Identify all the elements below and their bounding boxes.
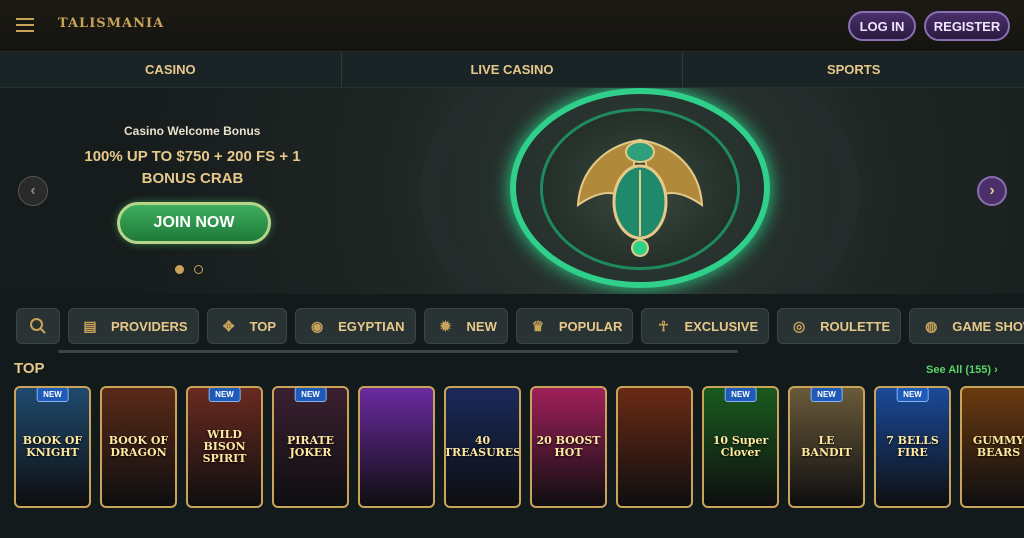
game-tile[interactable]: 7 BELLS FIRE NEW [874, 386, 951, 508]
game-tile[interactable]: BOOK OF KNIGHT NEW [14, 386, 91, 508]
hero-title: 100% UP TO $750 + 200 FS + 1 BONUS CRAB [84, 148, 301, 187]
category-bar: ▤ PROVIDERS ✥ TOP ◉ EGYPTIAN ✹ NEW ♛ POPULAR … [16, 308, 1024, 344]
game-title: BOOK OF KNIGHT [22, 434, 83, 459]
see-all-link[interactable]: See All (155) › [926, 364, 998, 376]
category-roulette[interactable]: ◎ ROULETTE [777, 308, 902, 344]
new-badge: NEW [208, 388, 241, 402]
game-tile[interactable]: 40 TREASURES [444, 386, 521, 508]
top-bar: TALISMANIA LOG IN REGISTER [0, 0, 1024, 52]
join-now-button[interactable]: JOIN NOW [117, 202, 271, 244]
search-icon [30, 318, 46, 334]
game-title: BOOK OF DRAGON [108, 434, 169, 459]
tab-live-casino[interactable]: LIVE CASINO [342, 52, 684, 87]
hero-banner: Casino Welcome Bonus 100% UP TO $750 + 2… [0, 88, 1024, 294]
tab-sports[interactable]: SPORTS [683, 52, 1024, 87]
menu-icon[interactable] [16, 18, 34, 32]
chevron-left-icon[interactable]: ‹ [18, 176, 48, 206]
new-badge: NEW [294, 388, 327, 402]
game-title: 7 BELLS FIRE [886, 434, 939, 459]
game-tile[interactable]: BOOK OF DRAGON [100, 386, 177, 508]
category-egyptian[interactable]: ◉ EGYPTIAN [295, 308, 416, 344]
logo[interactable]: TALISMANIA [58, 16, 164, 31]
slide-dot-2[interactable] [194, 265, 203, 274]
category-scrollbar[interactable] [58, 350, 738, 353]
new-badge: NEW [36, 388, 69, 402]
slide-dots [175, 265, 203, 274]
category-game-shows[interactable]: ◍GAME SHOWS [909, 308, 1024, 344]
category-providers[interactable]: ▤ PROVIDERS [68, 308, 199, 344]
game-title: PIRATE JOKER [286, 434, 335, 459]
sun-icon: ✹ [439, 317, 452, 334]
game-title: WILD BISON SPIRIT [202, 428, 247, 465]
game-tile[interactable] [616, 386, 693, 508]
providers-icon: ▤ [83, 317, 97, 334]
game-shows-icon: ◍ [925, 317, 938, 334]
new-badge: NEW [724, 388, 757, 402]
game-title: 20 BOOST HOT [536, 434, 601, 459]
register-button[interactable]: REGISTER [924, 11, 1010, 41]
game-tile[interactable]: GUMMY BEARS [960, 386, 1024, 508]
roulette-icon: ◎ [793, 317, 806, 334]
pharaoh-icon: ☥ [658, 317, 669, 334]
hero-subtitle: Casino Welcome Bonus [124, 124, 261, 138]
category-exclusive[interactable]: ☥ EXCLUSIVE [641, 308, 770, 344]
chevron-right-icon: › [994, 364, 998, 376]
category-top[interactable]: ✥ TOP [206, 308, 288, 344]
game-title: 10 Super Clover [712, 434, 769, 459]
scarab-icon [576, 138, 704, 257]
game-tile[interactable] [358, 386, 435, 508]
new-badge: NEW [810, 388, 843, 402]
category-popular[interactable]: ♛ POPULAR [515, 308, 634, 344]
game-title: 40 TREASURES [444, 434, 521, 459]
scarab-icon: ✥ [222, 317, 235, 334]
game-tile[interactable]: PIRATE JOKER NEW [272, 386, 349, 508]
section-title: TOP [14, 360, 45, 377]
new-badge: NEW [896, 388, 929, 402]
game-title: GUMMY BEARS [972, 434, 1024, 459]
crown-icon: ♛ [531, 317, 545, 334]
main-nav: CASINO LIVE CASINO SPORTS [0, 52, 1024, 88]
game-tiles: BOOK OF KNIGHT NEW BOOK OF DRAGON WILD BISO… [14, 386, 1024, 508]
login-button[interactable]: LOG IN [848, 11, 916, 41]
game-tile[interactable]: 20 BOOST HOT [530, 386, 607, 508]
eye-of-horus-icon: ◉ [310, 317, 324, 334]
search-button[interactable] [16, 308, 60, 344]
slide-dot-1[interactable] [175, 265, 184, 274]
game-tile[interactable]: LE BANDIT NEW [788, 386, 865, 508]
game-tile[interactable]: 10 Super Clover NEW [702, 386, 779, 508]
tab-casino[interactable]: CASINO [0, 52, 342, 87]
game-title: LE BANDIT [801, 434, 852, 459]
chevron-right-icon[interactable]: › [977, 176, 1007, 206]
category-new[interactable]: ✹ NEW [423, 308, 508, 344]
game-tile[interactable]: WILD BISON SPIRIT NEW [186, 386, 263, 508]
